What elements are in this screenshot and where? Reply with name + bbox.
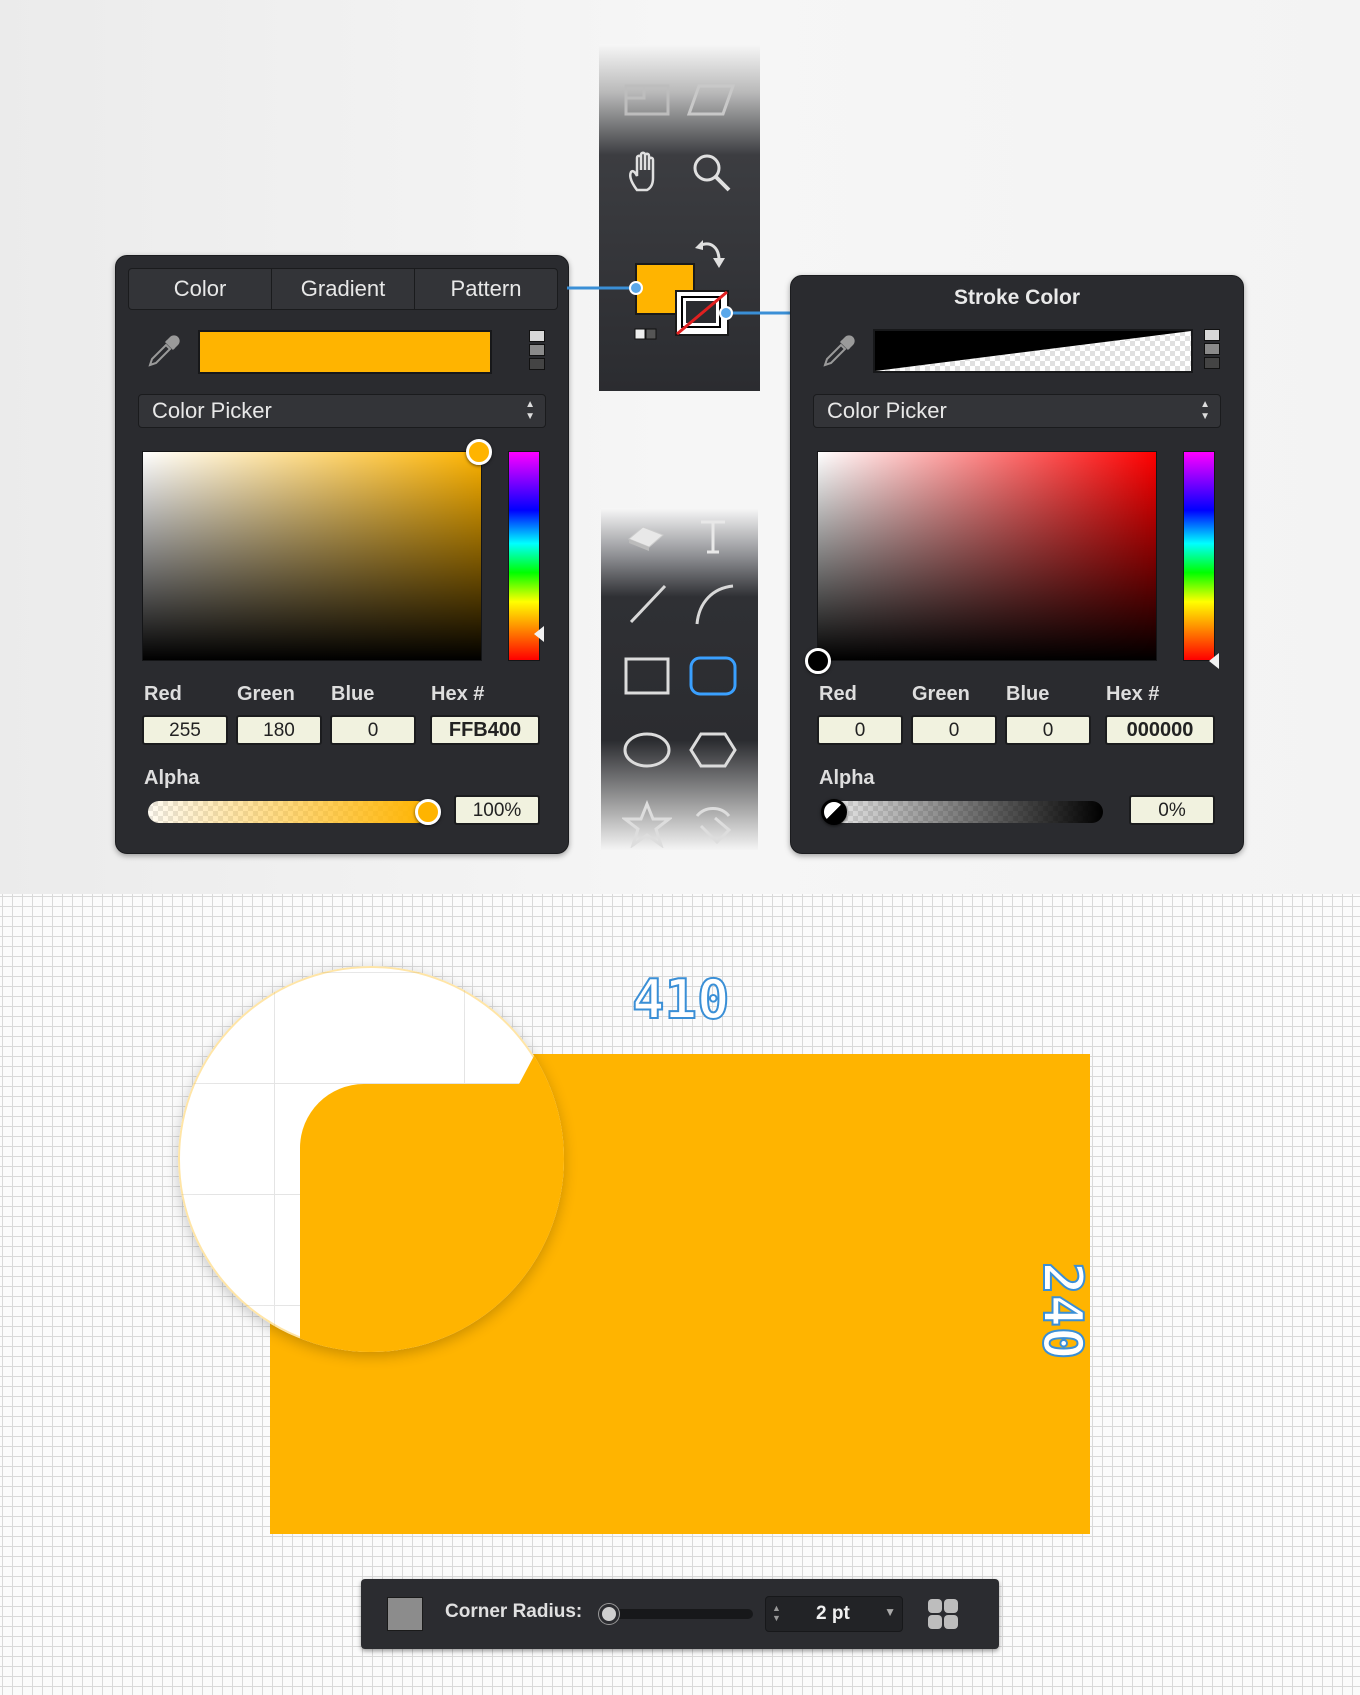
- stroke-alpha-label: Alpha: [819, 767, 875, 789]
- eraser-tool-icon[interactable]: [621, 510, 673, 562]
- fill-red-label: Red: [144, 683, 182, 705]
- fill-color-swatch[interactable]: [198, 330, 492, 374]
- stroke-hue-slider[interactable]: [1183, 451, 1215, 661]
- fill-hue-marker[interactable]: [534, 626, 544, 642]
- line-tool-icon[interactable]: [621, 578, 673, 630]
- corner-radius-label: Corner Radius:: [445, 1601, 583, 1622]
- corner-radius-value: 2 pt: [816, 1603, 850, 1624]
- polygon-tool-icon[interactable]: [687, 724, 739, 776]
- fill-blue-label: Blue: [331, 683, 375, 705]
- fill-hex-label: Hex #: [431, 683, 485, 705]
- tools-toolbar-top: [599, 44, 760, 391]
- fill-hex-field[interactable]: FFB400: [430, 715, 540, 745]
- fill-green-field[interactable]: 180: [236, 715, 322, 745]
- corner-radius-stepper[interactable]: ▲ ▼ 2 pt ▼: [765, 1596, 903, 1632]
- height-dimension-label: 240: [1030, 1261, 1095, 1361]
- swap-colors-icon[interactable]: [689, 234, 729, 274]
- fill-mode-value: Color Picker: [152, 398, 272, 423]
- corner-radius-slider-knob[interactable]: [599, 1604, 619, 1624]
- rectangle-tool-icon[interactable]: [621, 650, 673, 702]
- tab-color[interactable]: Color: [129, 269, 272, 309]
- stroke-color-well[interactable]: [675, 290, 729, 336]
- corner-radius-toolbar: Corner Radius: ▲ ▼ 2 pt ▼: [361, 1579, 999, 1649]
- hand-tool-icon[interactable]: [621, 146, 673, 198]
- star-tool-icon[interactable]: [621, 798, 673, 850]
- select-arrows-icon: ▲ ▼: [1200, 399, 1210, 422]
- width-dimension-label: 410: [631, 967, 731, 1032]
- spiral-tool-icon[interactable]: [687, 798, 739, 850]
- corner-magnifier: [178, 966, 564, 1352]
- text-tool-icon[interactable]: [687, 510, 739, 562]
- tab-pattern[interactable]: Pattern: [415, 269, 557, 309]
- ellipse-tool-icon[interactable]: [621, 724, 673, 776]
- fill-alpha-knob[interactable]: [415, 799, 441, 825]
- stroke-hex-label: Hex #: [1106, 683, 1160, 705]
- fill-tabs: Color Gradient Pattern: [128, 268, 558, 310]
- stroke-hex-field[interactable]: 000000: [1105, 715, 1215, 745]
- fill-saturation-brightness-field[interactable]: [142, 451, 482, 661]
- swatch-mode-icon[interactable]: [1204, 329, 1220, 369]
- swatch-mode-icon[interactable]: [529, 330, 545, 370]
- stroke-green-label: Green: [912, 683, 970, 705]
- stroke-alpha-field[interactable]: 0%: [1129, 795, 1215, 825]
- fill-alpha-label: Alpha: [144, 767, 200, 789]
- fill-red-field[interactable]: 255: [142, 715, 228, 745]
- fill-blue-field[interactable]: 0: [330, 715, 416, 745]
- stroke-red-label: Red: [819, 683, 857, 705]
- stroke-mode-select[interactable]: Color Picker ▲ ▼: [813, 394, 1221, 428]
- stroke-panel-title: Stroke Color: [953, 286, 1081, 309]
- stroke-blue-field[interactable]: 0: [1005, 715, 1091, 745]
- chevron-down-icon[interactable]: ▼: [884, 1605, 896, 1619]
- stroke-blue-label: Blue: [1006, 683, 1050, 705]
- fill-mode-select[interactable]: Color Picker ▲ ▼: [138, 394, 546, 428]
- arc-tool-icon[interactable]: [687, 578, 739, 630]
- fill-green-label: Green: [237, 683, 295, 705]
- stroke-mode-value: Color Picker: [827, 398, 947, 423]
- eyedropper-icon[interactable]: [819, 331, 859, 371]
- stroke-alpha-knob[interactable]: [821, 799, 847, 825]
- stepper-arrows-icon[interactable]: ▲ ▼: [772, 1603, 781, 1623]
- fill-alpha-slider[interactable]: [148, 801, 428, 823]
- grid-corners-icon[interactable]: [927, 1598, 959, 1630]
- stroke-color-swatch[interactable]: [873, 329, 1193, 373]
- stroke-red-field[interactable]: 0: [817, 715, 903, 745]
- default-colors-icon[interactable]: [633, 324, 661, 344]
- frame-tool-icon[interactable]: [621, 74, 673, 126]
- tools-toolbar-shapes: [601, 508, 758, 850]
- eyedropper-icon[interactable]: [144, 331, 184, 371]
- corner-radius-slider[interactable]: [599, 1609, 753, 1619]
- stroke-green-field[interactable]: 0: [911, 715, 997, 745]
- stroke-alpha-slider[interactable]: [823, 801, 1103, 823]
- tab-gradient[interactable]: Gradient: [272, 269, 415, 309]
- stroke-color-knob[interactable]: [805, 648, 831, 674]
- stroke-hue-marker[interactable]: [1209, 653, 1219, 669]
- zoom-tool-icon[interactable]: [685, 146, 737, 198]
- shape-color-swatch[interactable]: [387, 1597, 423, 1631]
- fill-color-panel: Color Gradient Pattern Color Picker ▲ ▼ R…: [115, 255, 569, 854]
- stroke-color-panel: Stroke Color Color Picker ▲ ▼ Red Green B…: [790, 275, 1244, 854]
- fill-alpha-field[interactable]: 100%: [454, 795, 540, 825]
- stroke-saturation-brightness-field[interactable]: [817, 451, 1157, 661]
- rounded-rectangle-tool-icon[interactable]: [687, 650, 739, 702]
- skew-tool-icon[interactable]: [685, 74, 737, 126]
- fill-color-knob[interactable]: [466, 439, 492, 465]
- select-arrows-icon: ▲ ▼: [525, 399, 535, 422]
